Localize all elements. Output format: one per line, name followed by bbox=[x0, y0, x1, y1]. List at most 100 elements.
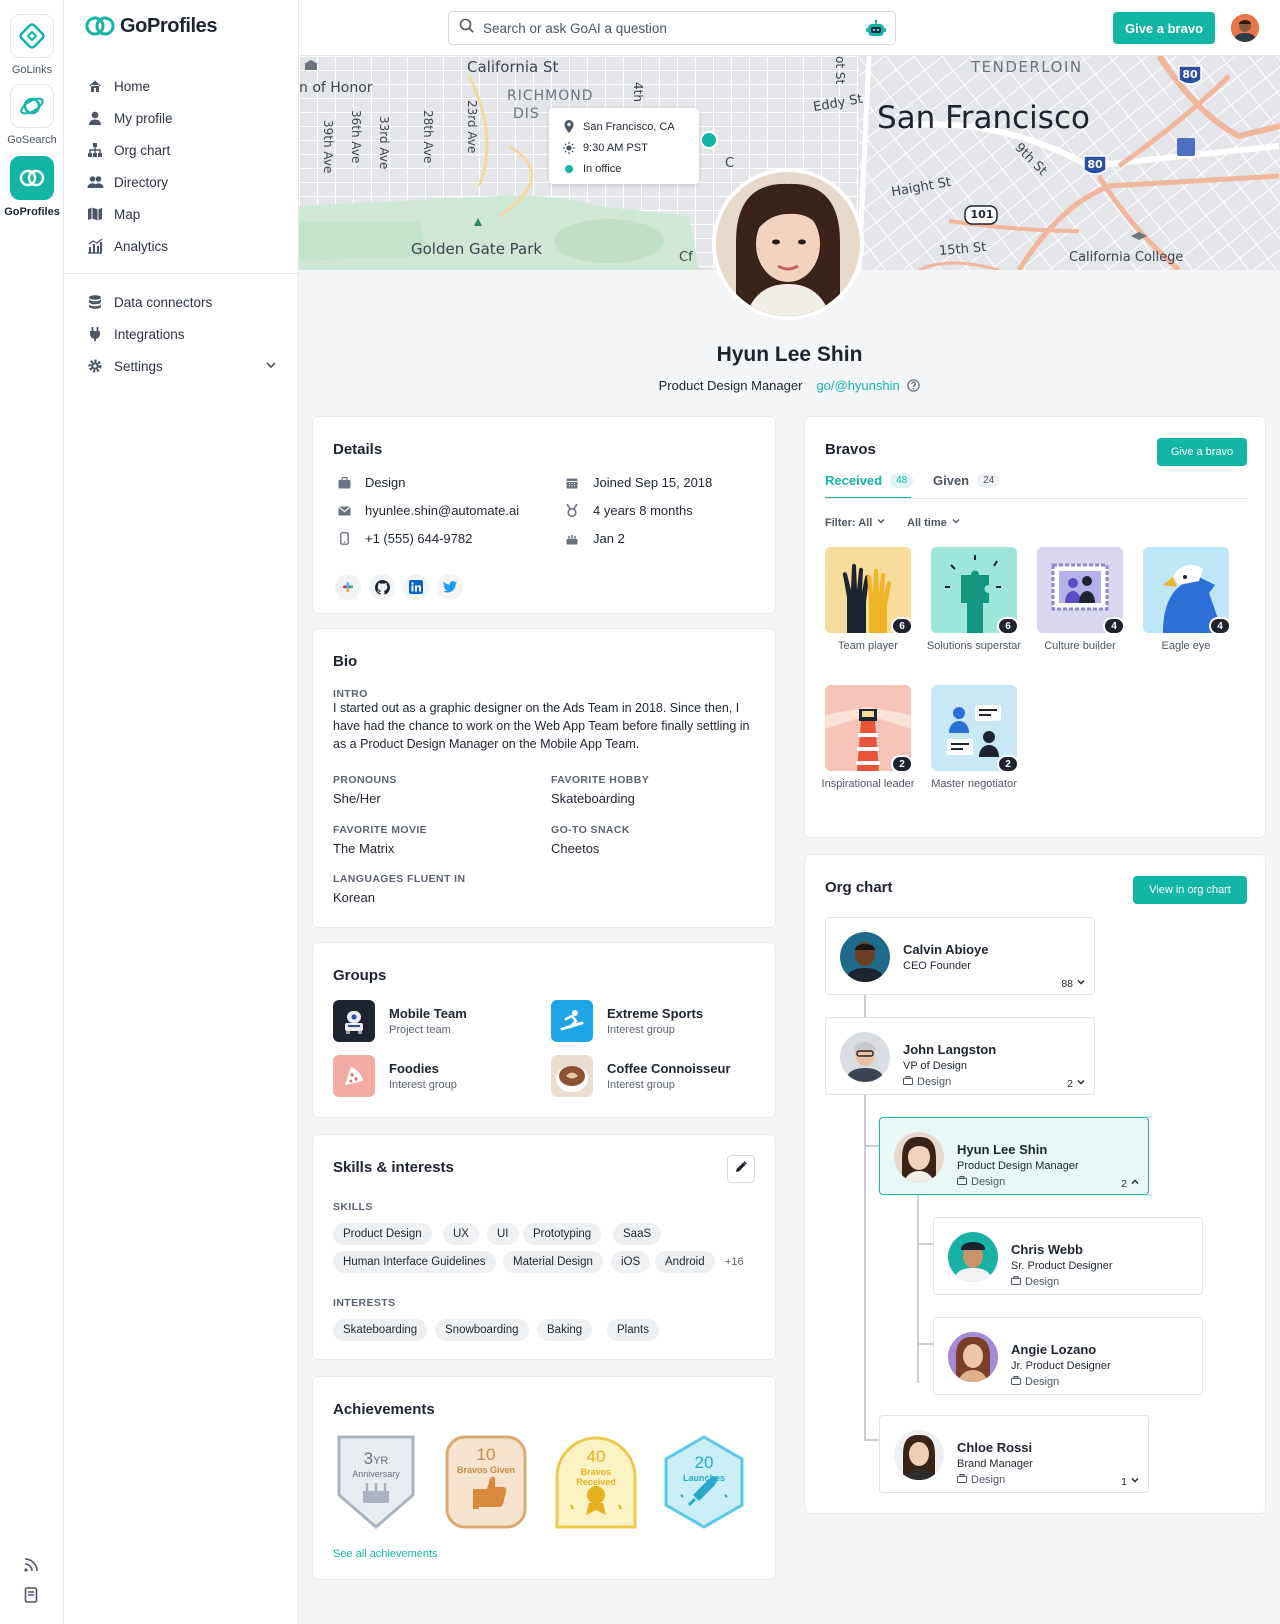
rail-app-goprofiles[interactable]: GoProfiles bbox=[0, 156, 64, 218]
org-node[interactable]: Calvin Abioye CEO Founder 88 bbox=[825, 917, 1095, 995]
org-reports-toggle[interactable]: 2 bbox=[1067, 1077, 1086, 1090]
time-dropdown[interactable]: All time bbox=[907, 516, 961, 529]
map-label: 4th bbox=[631, 82, 645, 102]
skill-chip[interactable]: SaaS bbox=[613, 1223, 661, 1245]
nav-home[interactable]: Home bbox=[64, 70, 299, 102]
email-row[interactable]: hyunlee.shin@automate.ai bbox=[337, 503, 519, 518]
nav-label: Map bbox=[114, 207, 140, 222]
current-user-avatar[interactable] bbox=[1231, 14, 1259, 42]
org-title: CEO Founder bbox=[903, 960, 971, 972]
goai-robot-icon[interactable] bbox=[865, 19, 887, 44]
interest-chip[interactable]: Plants bbox=[607, 1319, 659, 1341]
nav-settings[interactable]: Settings bbox=[64, 350, 299, 382]
org-node[interactable]: Chloe Rossi Brand Manager Design 1 bbox=[879, 1415, 1149, 1493]
nav-org-chart[interactable]: Org chart bbox=[64, 134, 299, 166]
nav-directory[interactable]: Directory bbox=[64, 166, 299, 198]
org-title: VP of Design bbox=[903, 1060, 967, 1072]
skill-chip[interactable]: UX bbox=[443, 1223, 479, 1245]
skill-chip[interactable]: Material Design bbox=[503, 1251, 603, 1273]
tab-label: Received bbox=[825, 473, 882, 488]
achievement-launches[interactable]: 20 Launches bbox=[661, 1433, 747, 1531]
book-icon[interactable] bbox=[22, 1586, 42, 1606]
bravo-badge[interactable]: 6 bbox=[931, 547, 1017, 633]
skills-more-count[interactable]: +16 bbox=[725, 1256, 744, 1268]
skill-chip[interactable]: UI bbox=[487, 1223, 519, 1245]
rail-app-gosearch[interactable]: GoSearch bbox=[0, 84, 64, 146]
coffee-group-icon bbox=[551, 1055, 593, 1097]
org-reports-toggle[interactable]: 1 bbox=[1121, 1475, 1140, 1488]
bravo-badge[interactable]: 4 bbox=[1143, 547, 1229, 633]
bravo-badge[interactable]: 6 bbox=[825, 547, 911, 633]
edit-skills-button[interactable] bbox=[727, 1155, 755, 1183]
nav-label: Data connectors bbox=[114, 295, 212, 310]
search-bar[interactable] bbox=[448, 11, 896, 45]
bravo-badge[interactable]: 4 bbox=[1037, 547, 1123, 633]
org-reports-toggle[interactable]: 88 bbox=[1061, 977, 1086, 990]
achievement-bravos-given[interactable]: 10 Bravos Given bbox=[443, 1433, 529, 1531]
phone-row[interactable]: +1 (555) 644-9782 bbox=[337, 531, 472, 546]
tab-received[interactable]: Received48 bbox=[825, 473, 913, 488]
app-logo[interactable]: GoProfiles bbox=[84, 14, 217, 38]
rail-app-golinks[interactable]: GoLinks bbox=[0, 14, 64, 76]
interest-chip[interactable]: Snowboarding bbox=[435, 1319, 529, 1341]
search-input[interactable] bbox=[483, 21, 853, 36]
group-item[interactable]: Mobile TeamProject team bbox=[333, 1000, 467, 1042]
org-node[interactable]: John Langston VP of Design Design 2 bbox=[825, 1017, 1095, 1095]
give-bravo-button[interactable]: Give a bravo bbox=[1157, 438, 1247, 466]
tenure-row: 4 years 8 months bbox=[565, 503, 693, 518]
group-item[interactable]: Coffee ConnoisseurInterest group bbox=[551, 1055, 731, 1097]
skill-chip[interactable]: Product Design bbox=[333, 1223, 432, 1245]
badge-label: Inspirational leader bbox=[818, 777, 918, 791]
org-node-current-user[interactable]: Hyun Lee Shin Product Design Manager Des… bbox=[879, 1117, 1149, 1195]
org-connector bbox=[917, 1243, 933, 1245]
see-all-achievements-link[interactable]: See all achievements bbox=[333, 1548, 438, 1560]
skill-chip[interactable]: Android bbox=[655, 1251, 715, 1273]
calendar-icon bbox=[565, 477, 579, 489]
filter-dropdown[interactable]: Filter: All bbox=[825, 516, 886, 529]
hobby-value: Skateboarding bbox=[551, 791, 635, 806]
org-reports-toggle[interactable]: 2 bbox=[1121, 1177, 1140, 1190]
nav-my-profile[interactable]: My profile bbox=[64, 102, 299, 134]
skill-chip[interactable]: iOS bbox=[611, 1251, 650, 1273]
group-item[interactable]: FoodiesInterest group bbox=[333, 1055, 457, 1097]
skill-chip[interactable]: Human Interface Guidelines bbox=[333, 1251, 496, 1273]
help-icon[interactable] bbox=[907, 379, 920, 395]
home-icon bbox=[86, 77, 104, 95]
gosearch-icon bbox=[10, 84, 54, 128]
nav-data-connectors[interactable]: Data connectors bbox=[64, 286, 299, 318]
chevron-down-icon[interactable] bbox=[265, 359, 277, 374]
nav-analytics[interactable]: Analytics bbox=[64, 230, 299, 262]
phone-text: +1 (555) 644-9782 bbox=[365, 531, 472, 546]
languages-label: LANGUAGES FLUENT IN bbox=[333, 873, 465, 885]
skill-chip[interactable]: Prototyping bbox=[523, 1223, 601, 1245]
org-department: Design bbox=[1025, 1276, 1059, 1288]
pizza-group-icon bbox=[333, 1055, 375, 1097]
view-in-org-chart-button[interactable]: View in org chart bbox=[1133, 876, 1247, 904]
interest-chip[interactable]: Skateboarding bbox=[333, 1319, 427, 1341]
profile-golink[interactable]: go/@hyunshin bbox=[816, 378, 899, 393]
badge-label: Master negotiator bbox=[924, 777, 1024, 791]
tab-given[interactable]: Given24 bbox=[933, 473, 1000, 488]
bravo-badge[interactable]: 2 bbox=[931, 685, 1017, 771]
linkedin-icon[interactable] bbox=[403, 574, 429, 600]
achievement-label: Bravos Received bbox=[576, 1467, 616, 1487]
org-node[interactable]: Chris Webb Sr. Product Designer Design bbox=[933, 1217, 1203, 1295]
briefcase-icon bbox=[957, 1176, 967, 1188]
nav-integrations[interactable]: Integrations bbox=[64, 318, 299, 350]
bravo-badge[interactable]: 2 bbox=[825, 685, 911, 771]
achievement-anniversary[interactable]: 3YR Anniversary bbox=[333, 1433, 419, 1531]
joined-row: Joined Sep 15, 2018 bbox=[565, 475, 712, 490]
twitter-icon[interactable] bbox=[437, 574, 463, 600]
group-item[interactable]: Extreme SportsInterest group bbox=[551, 1000, 703, 1042]
give-bravo-header-button[interactable]: Give a bravo bbox=[1113, 12, 1215, 44]
org-node[interactable]: Angie Lozano Jr. Product Designer Design bbox=[933, 1317, 1203, 1395]
interest-chip[interactable]: Baking bbox=[537, 1319, 592, 1341]
nav-map[interactable]: Map bbox=[64, 198, 299, 230]
rss-icon[interactable] bbox=[22, 1556, 42, 1576]
github-icon[interactable] bbox=[369, 574, 395, 600]
org-connector bbox=[864, 1145, 880, 1147]
department-row: Design bbox=[337, 475, 405, 490]
group-type: Interest group bbox=[389, 1079, 457, 1091]
slack-icon[interactable] bbox=[335, 574, 361, 600]
achievement-bravos-received[interactable]: 40 Bravos Received bbox=[553, 1433, 639, 1531]
